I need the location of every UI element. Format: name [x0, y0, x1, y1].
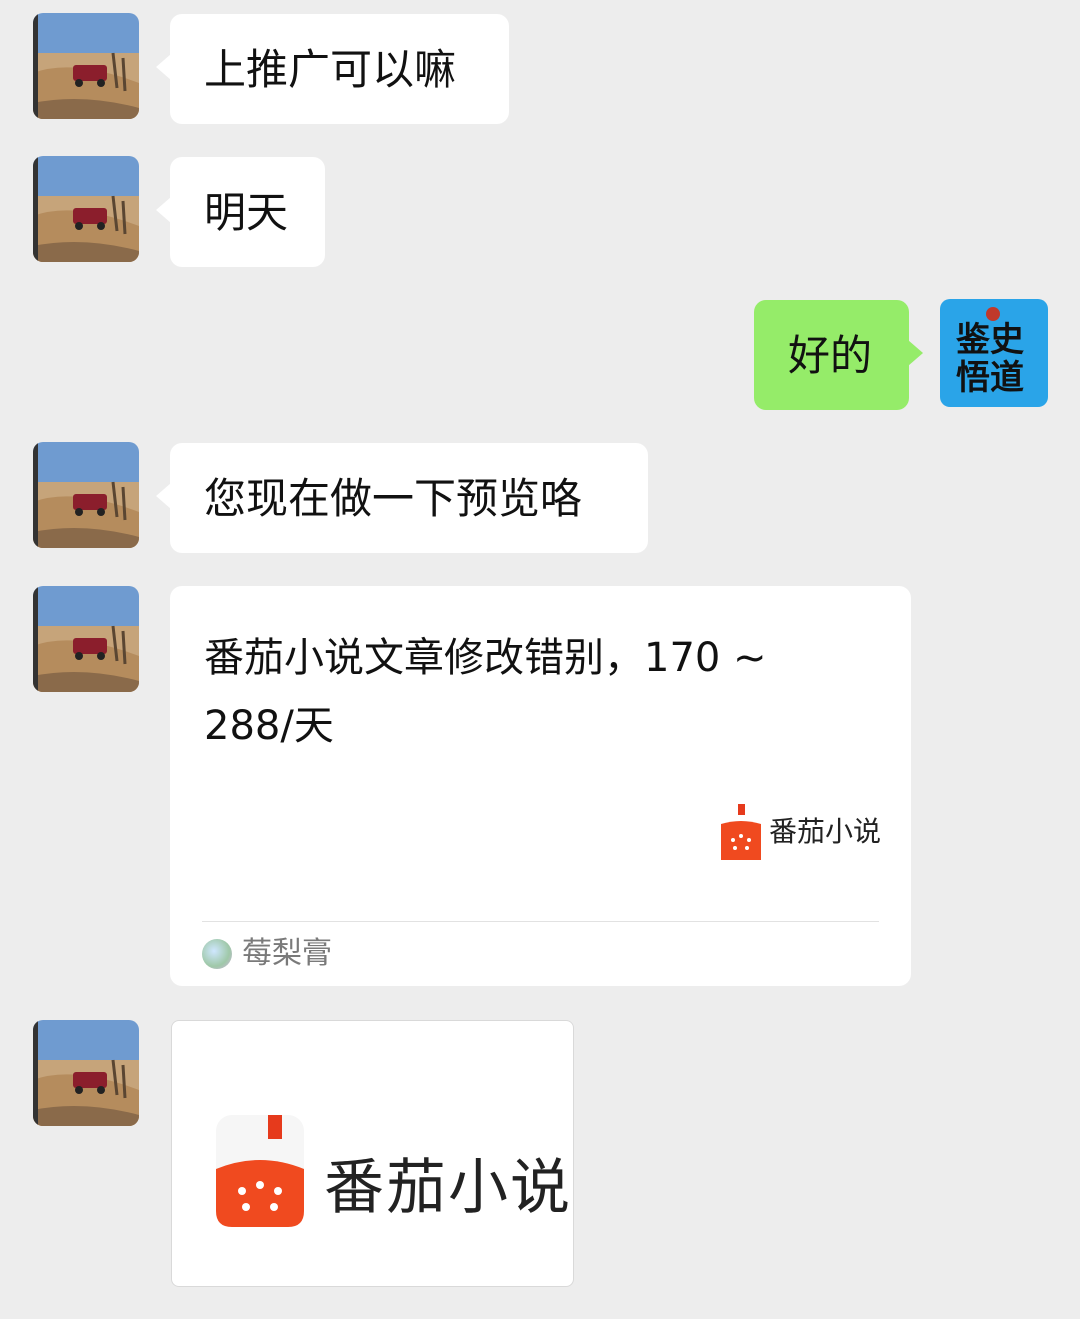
seal-icon	[986, 307, 1000, 321]
divider	[202, 921, 879, 922]
avatar-photo-icon	[33, 442, 139, 548]
avatar-photo-icon	[33, 13, 139, 119]
contact-avatar[interactable]	[33, 586, 139, 692]
contact-avatar[interactable]	[33, 1020, 139, 1126]
tomato-app-logo-icon	[216, 1115, 304, 1227]
message-bubble-self[interactable]: 好的	[754, 300, 923, 410]
source-avatar-icon	[202, 939, 232, 969]
avatar-photo-icon	[33, 586, 139, 692]
message-text: 明天	[204, 188, 289, 237]
contact-avatar[interactable]	[33, 13, 139, 119]
contact-avatar[interactable]	[33, 156, 139, 262]
message-bubble[interactable]: 明天	[156, 157, 325, 267]
self-avatar[interactable]: 鉴史 悟道	[940, 299, 1048, 407]
message-bubble[interactable]: 您现在做一下预览咯	[156, 443, 648, 553]
avatar-photo-icon	[33, 1020, 139, 1126]
tomato-logo-icon	[720, 804, 761, 860]
message-text: 好的	[788, 331, 873, 380]
link-card-title: 番茄小说文章修改错别，170 ~ 288/天	[204, 635, 767, 749]
link-card-source: 莓梨膏	[202, 939, 332, 969]
message-text: 您现在做一下预览咯	[204, 474, 583, 523]
message-bubble[interactable]: 上推广可以嘛	[156, 14, 509, 124]
image-message[interactable]: 番茄小说	[171, 1020, 574, 1287]
source-name: 莓梨膏	[242, 936, 332, 971]
avatar-photo-icon	[33, 156, 139, 262]
brand-name: 番茄小说	[324, 1153, 572, 1223]
contact-avatar[interactable]	[33, 442, 139, 548]
thumbnail-brand: 番茄小说	[768, 815, 881, 848]
link-card-thumbnail: 番茄小说	[720, 804, 881, 860]
link-card[interactable]: 番茄小说文章修改错别，170 ~ 288/天 番茄小说 莓梨膏	[170, 586, 911, 986]
self-avatar-text: 鉴史 悟道	[956, 320, 1024, 398]
message-text: 上推广可以嘛	[204, 45, 457, 94]
